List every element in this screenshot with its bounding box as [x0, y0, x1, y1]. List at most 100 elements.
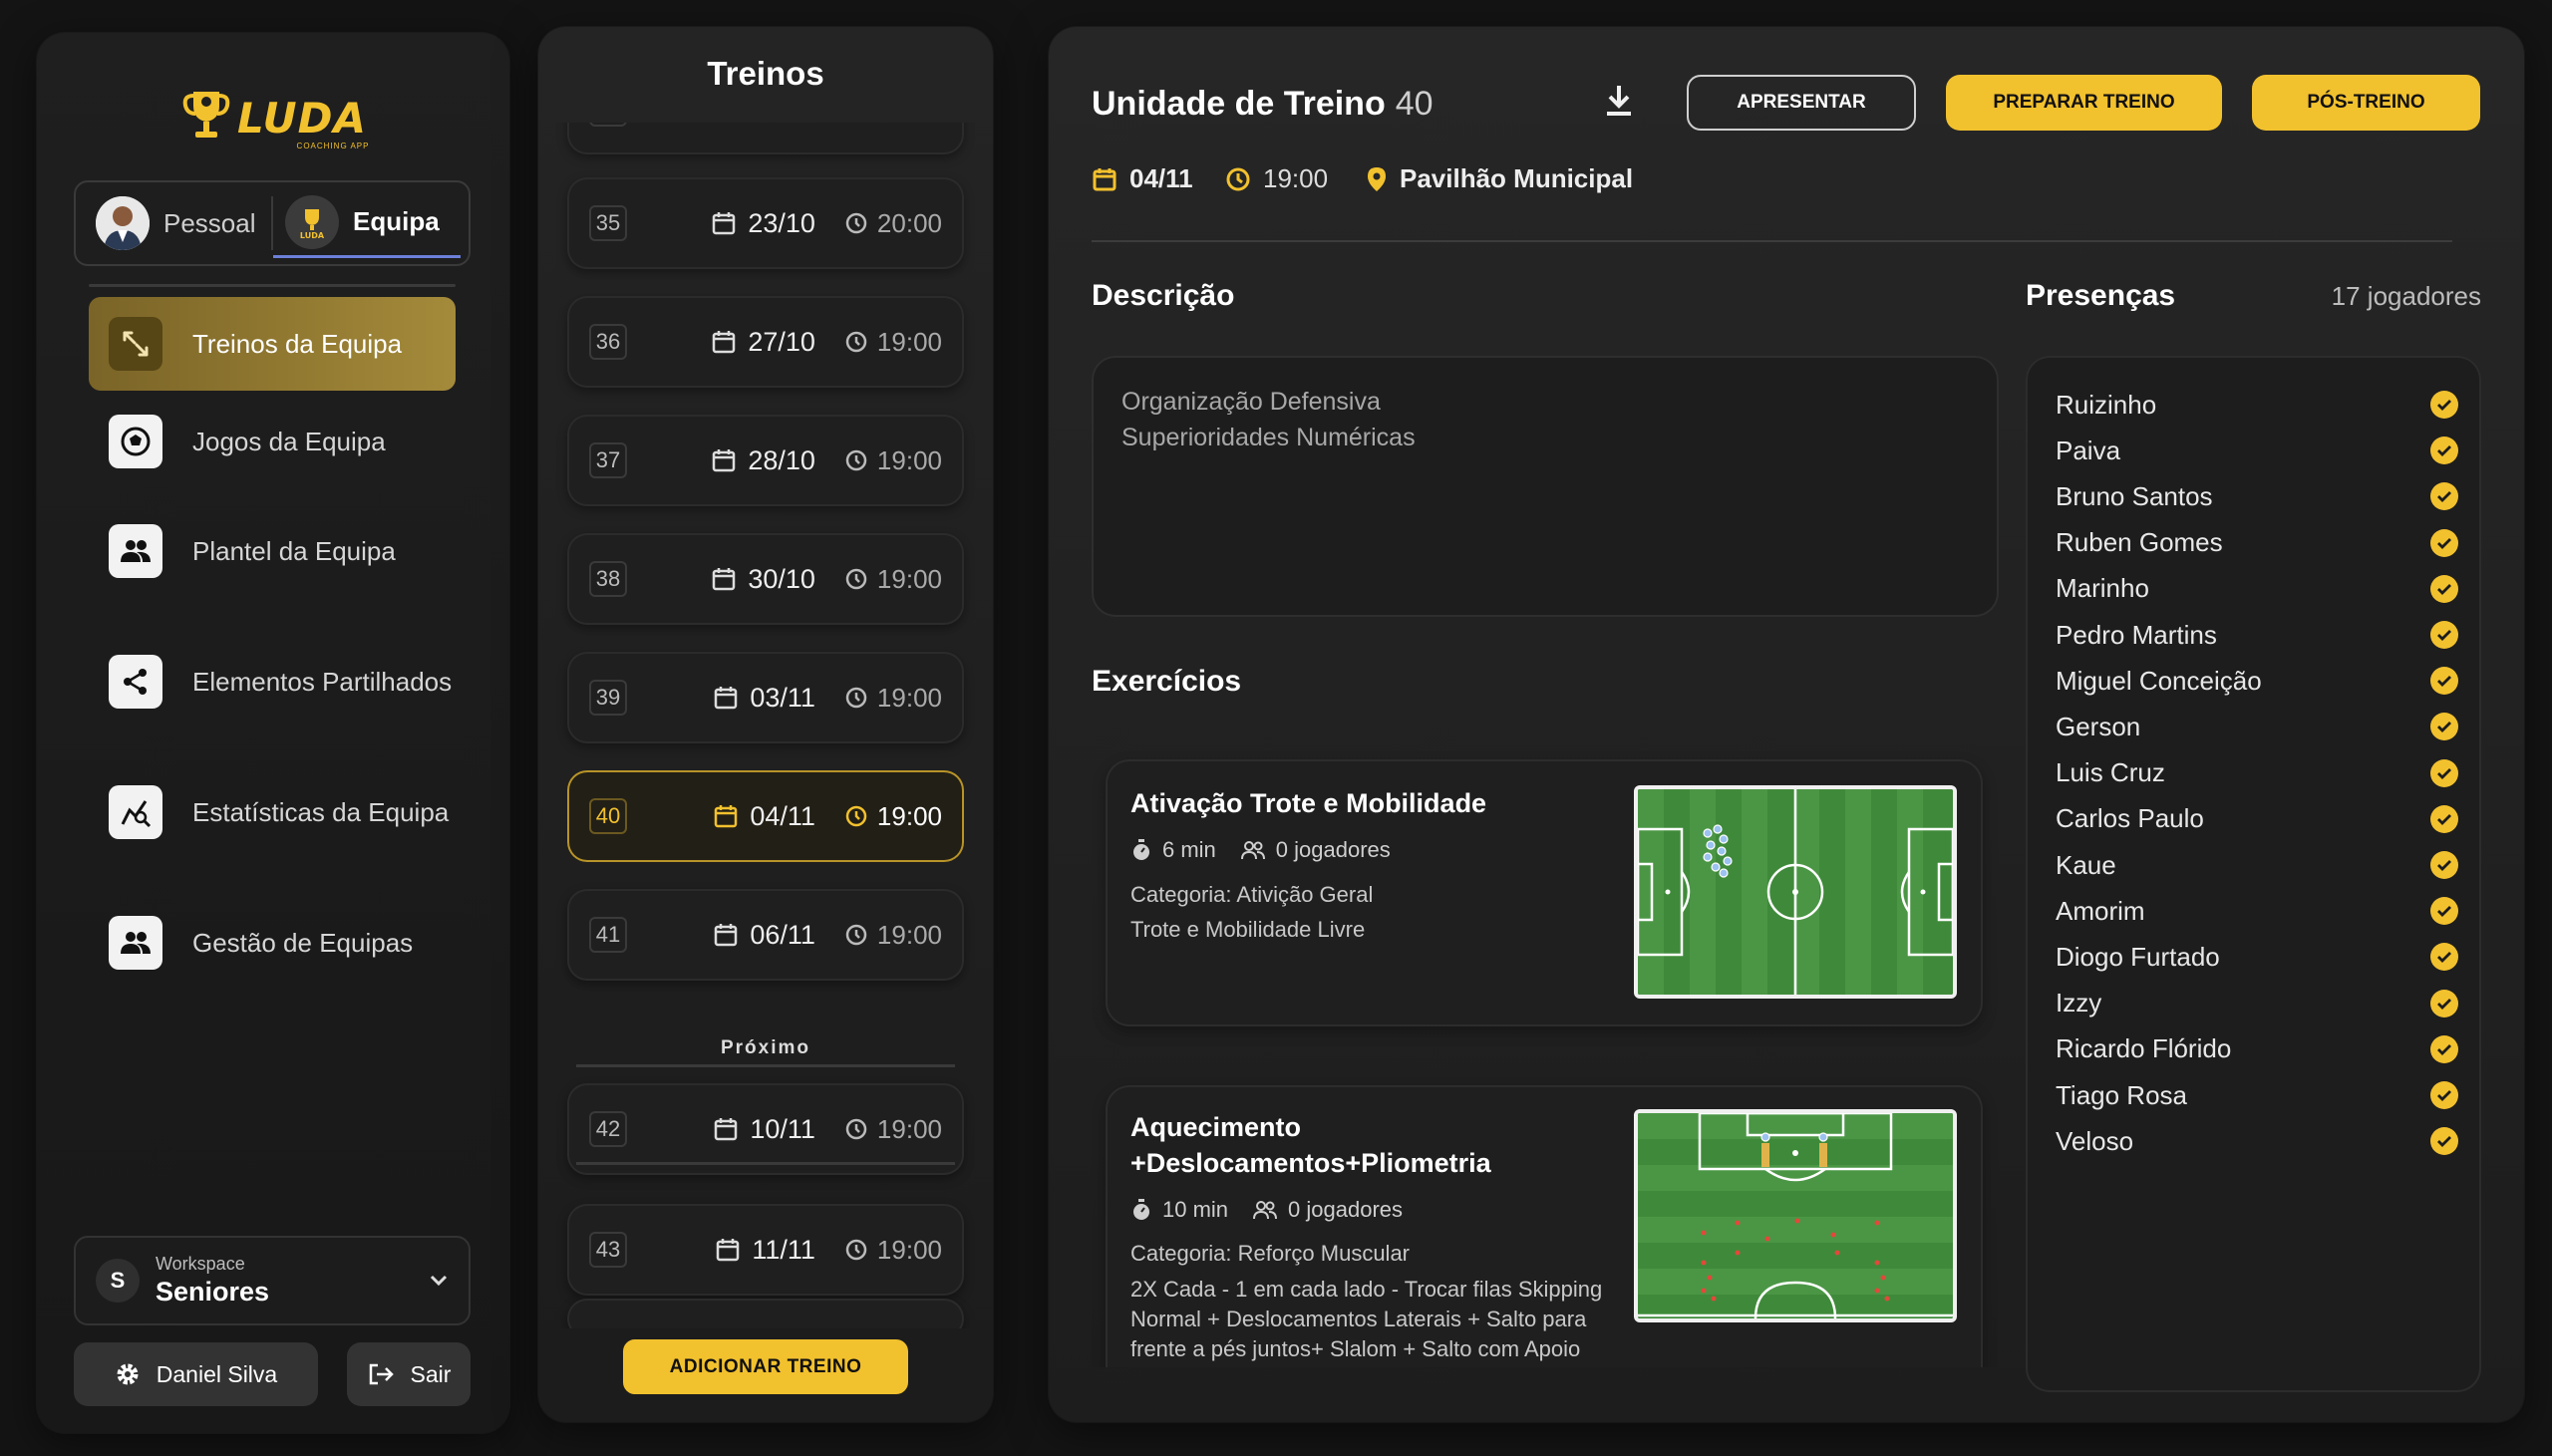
session-card[interactable]: 43 11/11 19:00	[567, 1204, 964, 1296]
session-time-value: 19:00	[876, 800, 942, 831]
clock-icon	[845, 687, 867, 709]
pitch-diagram	[1634, 1109, 1957, 1322]
exercises-heading: Exercícios	[1092, 665, 1242, 698]
check-icon	[2430, 482, 2458, 511]
logout-icon	[369, 1363, 394, 1385]
exercise-card[interactable]: Aquecimento +Deslocamentos+Pliometria 10…	[1106, 1085, 1983, 1367]
session-date-value: 11/11	[752, 1234, 815, 1265]
sidebar-item-label: Jogos da Equipa	[192, 426, 386, 456]
present-button[interactable]: APRESENTAR	[1687, 75, 1916, 131]
post-training-button[interactable]: PÓS-TREINO	[2252, 75, 2480, 131]
attendance-row[interactable]: Pedro Martins	[2056, 612, 2458, 658]
session-card[interactable]: 35 23/10 20:00	[567, 177, 964, 269]
attendance-row[interactable]: Kaue	[2056, 842, 2458, 888]
calendar-icon	[713, 449, 736, 472]
session-number: 41	[589, 917, 627, 953]
player-name: Veloso	[2056, 1125, 2134, 1156]
session-card[interactable]: 40 04/11 19:00	[567, 770, 964, 862]
sidebar-item-estatisticas[interactable]: Estatísticas da Equipa	[89, 765, 456, 859]
session-card[interactable]: 36 27/10 19:00	[567, 296, 964, 388]
sidebar-item-jogos[interactable]: Jogos da Equipa	[89, 395, 456, 488]
app-logo: LUDA COACHING APP	[37, 88, 509, 150]
session-date-value: 21/10	[748, 123, 815, 125]
player-name: Gerson	[2056, 711, 2141, 741]
clock-icon	[845, 212, 867, 234]
session-time: 19:00	[845, 564, 942, 595]
exercise-stats: 6 min 0 jogadores	[1130, 837, 1391, 863]
sidebar-item-gestao[interactable]: Gestão de Equipas	[89, 896, 456, 990]
attendance-row[interactable]: Carlos Paulo	[2056, 796, 2458, 842]
workspace-badge: S	[96, 1259, 140, 1303]
attendance-row[interactable]: Izzy	[2056, 981, 2458, 1026]
sidebar-divider	[89, 284, 456, 287]
session-time-value: 19:00	[876, 682, 942, 713]
player-name: Izzy	[2056, 988, 2102, 1019]
attendance-row[interactable]: Bruno Santos	[2056, 473, 2458, 519]
sidebar-item-plantel[interactable]: Plantel da Equipa	[89, 504, 456, 598]
session-time-value: 19:00	[876, 1113, 942, 1144]
session-number: 43	[589, 1232, 627, 1268]
session-card[interactable]: 34 21/10 20:00	[567, 123, 964, 154]
sidebar-item-label: Estatísticas da Equipa	[192, 796, 450, 827]
stats-icon	[109, 785, 162, 839]
session-card[interactable]: 39 03/11 19:00	[567, 652, 964, 743]
player-name: Miguel Conceição	[2056, 665, 2262, 696]
session-date: 27/10	[712, 327, 815, 358]
session-card[interactable]: 41 06/11 19:00	[567, 889, 964, 981]
session-date-value: 04/11	[750, 800, 815, 831]
session-card[interactable]: 37 28/10 19:00	[567, 415, 964, 506]
workspace-selector[interactable]: S Workspace Seniores	[74, 1236, 471, 1325]
description-line: Superioridades Numéricas	[1121, 424, 1416, 451]
attendance-row[interactable]: Marinho	[2056, 566, 2458, 612]
scope-team-button[interactable]: LUDA Equipa	[273, 188, 461, 258]
check-icon	[2430, 804, 2458, 833]
exercise-stats: 10 min 0 jogadores	[1130, 1197, 1403, 1223]
attendance-row[interactable]: Gerson	[2056, 704, 2458, 749]
session-number: 35	[589, 205, 627, 241]
session-date: 11/11	[716, 1235, 815, 1266]
sidebar-item-treinos[interactable]: Treinos da Equipa	[89, 297, 456, 391]
session-card[interactable]: 38 30/10 19:00	[567, 533, 964, 625]
check-icon	[2430, 574, 2458, 603]
exercise-players: 0 jogadores	[1288, 1197, 1404, 1222]
attendance-row[interactable]: Luis Cruz	[2056, 750, 2458, 796]
exercise-list[interactable]: Ativação Trote e Mobilidade 6 min 0 joga…	[1092, 729, 2034, 1367]
next-label: Próximo	[720, 1037, 811, 1058]
meta-location-value: Pavilhão Municipal	[1400, 163, 1634, 193]
logout-button[interactable]: Sair	[347, 1342, 471, 1406]
attendance-row[interactable]: Miguel Conceição	[2056, 658, 2458, 704]
clock-icon	[845, 1239, 867, 1261]
session-time: 19:00	[845, 683, 942, 714]
attendance-row[interactable]: Ruben Gomes	[2056, 520, 2458, 566]
user-settings-button[interactable]: Daniel Silva	[74, 1342, 318, 1406]
attendance-row[interactable]: Tiago Rosa	[2056, 1072, 2458, 1118]
attendance-row[interactable]: Paiva	[2056, 428, 2458, 473]
exercise-card[interactable]: Ativação Trote e Mobilidade 6 min 0 joga…	[1106, 759, 1983, 1026]
scope-toggle: Pessoal LUDA Equipa	[74, 180, 471, 266]
attendance-row[interactable]: Veloso	[2056, 1118, 2458, 1164]
clock-icon	[845, 1118, 867, 1140]
logout-label: Sair	[410, 1360, 452, 1387]
meta-date: 04/11	[1092, 163, 1193, 194]
session-date-value: 03/11	[750, 682, 815, 713]
meta-time: 19:00	[1225, 163, 1328, 194]
calendar-icon	[715, 805, 738, 828]
scope-personal-button[interactable]: Pessoal	[84, 188, 271, 258]
attendance-row[interactable]: Amorim	[2056, 888, 2458, 934]
session-date-value: 06/11	[750, 919, 815, 950]
attendance-row[interactable]: Ricardo Flórido	[2056, 1026, 2458, 1072]
attendance-row[interactable]: Ruizinho	[2056, 382, 2458, 428]
prepare-training-button[interactable]: PREPARAR TREINO	[1946, 75, 2222, 131]
download-icon[interactable]	[1603, 83, 1635, 119]
training-icon	[109, 317, 162, 371]
session-date: 04/11	[714, 801, 815, 832]
calendar-icon	[713, 212, 736, 235]
workspace-name: Seniores	[156, 1277, 270, 1307]
session-time: 19:00	[845, 801, 942, 832]
training-list[interactable]: 34 21/10 20:00 35 23/10 20:00 36 27/10 19:00 37 28…	[538, 123, 993, 1328]
add-training-button[interactable]: ADICIONAR TREINO	[623, 1339, 908, 1394]
attendance-row[interactable]: Diogo Furtado	[2056, 934, 2458, 980]
session-card-partial	[567, 1299, 964, 1328]
sidebar-item-elementos[interactable]: Elementos Partilhados	[89, 635, 456, 728]
session-time: 20:00	[845, 123, 942, 125]
